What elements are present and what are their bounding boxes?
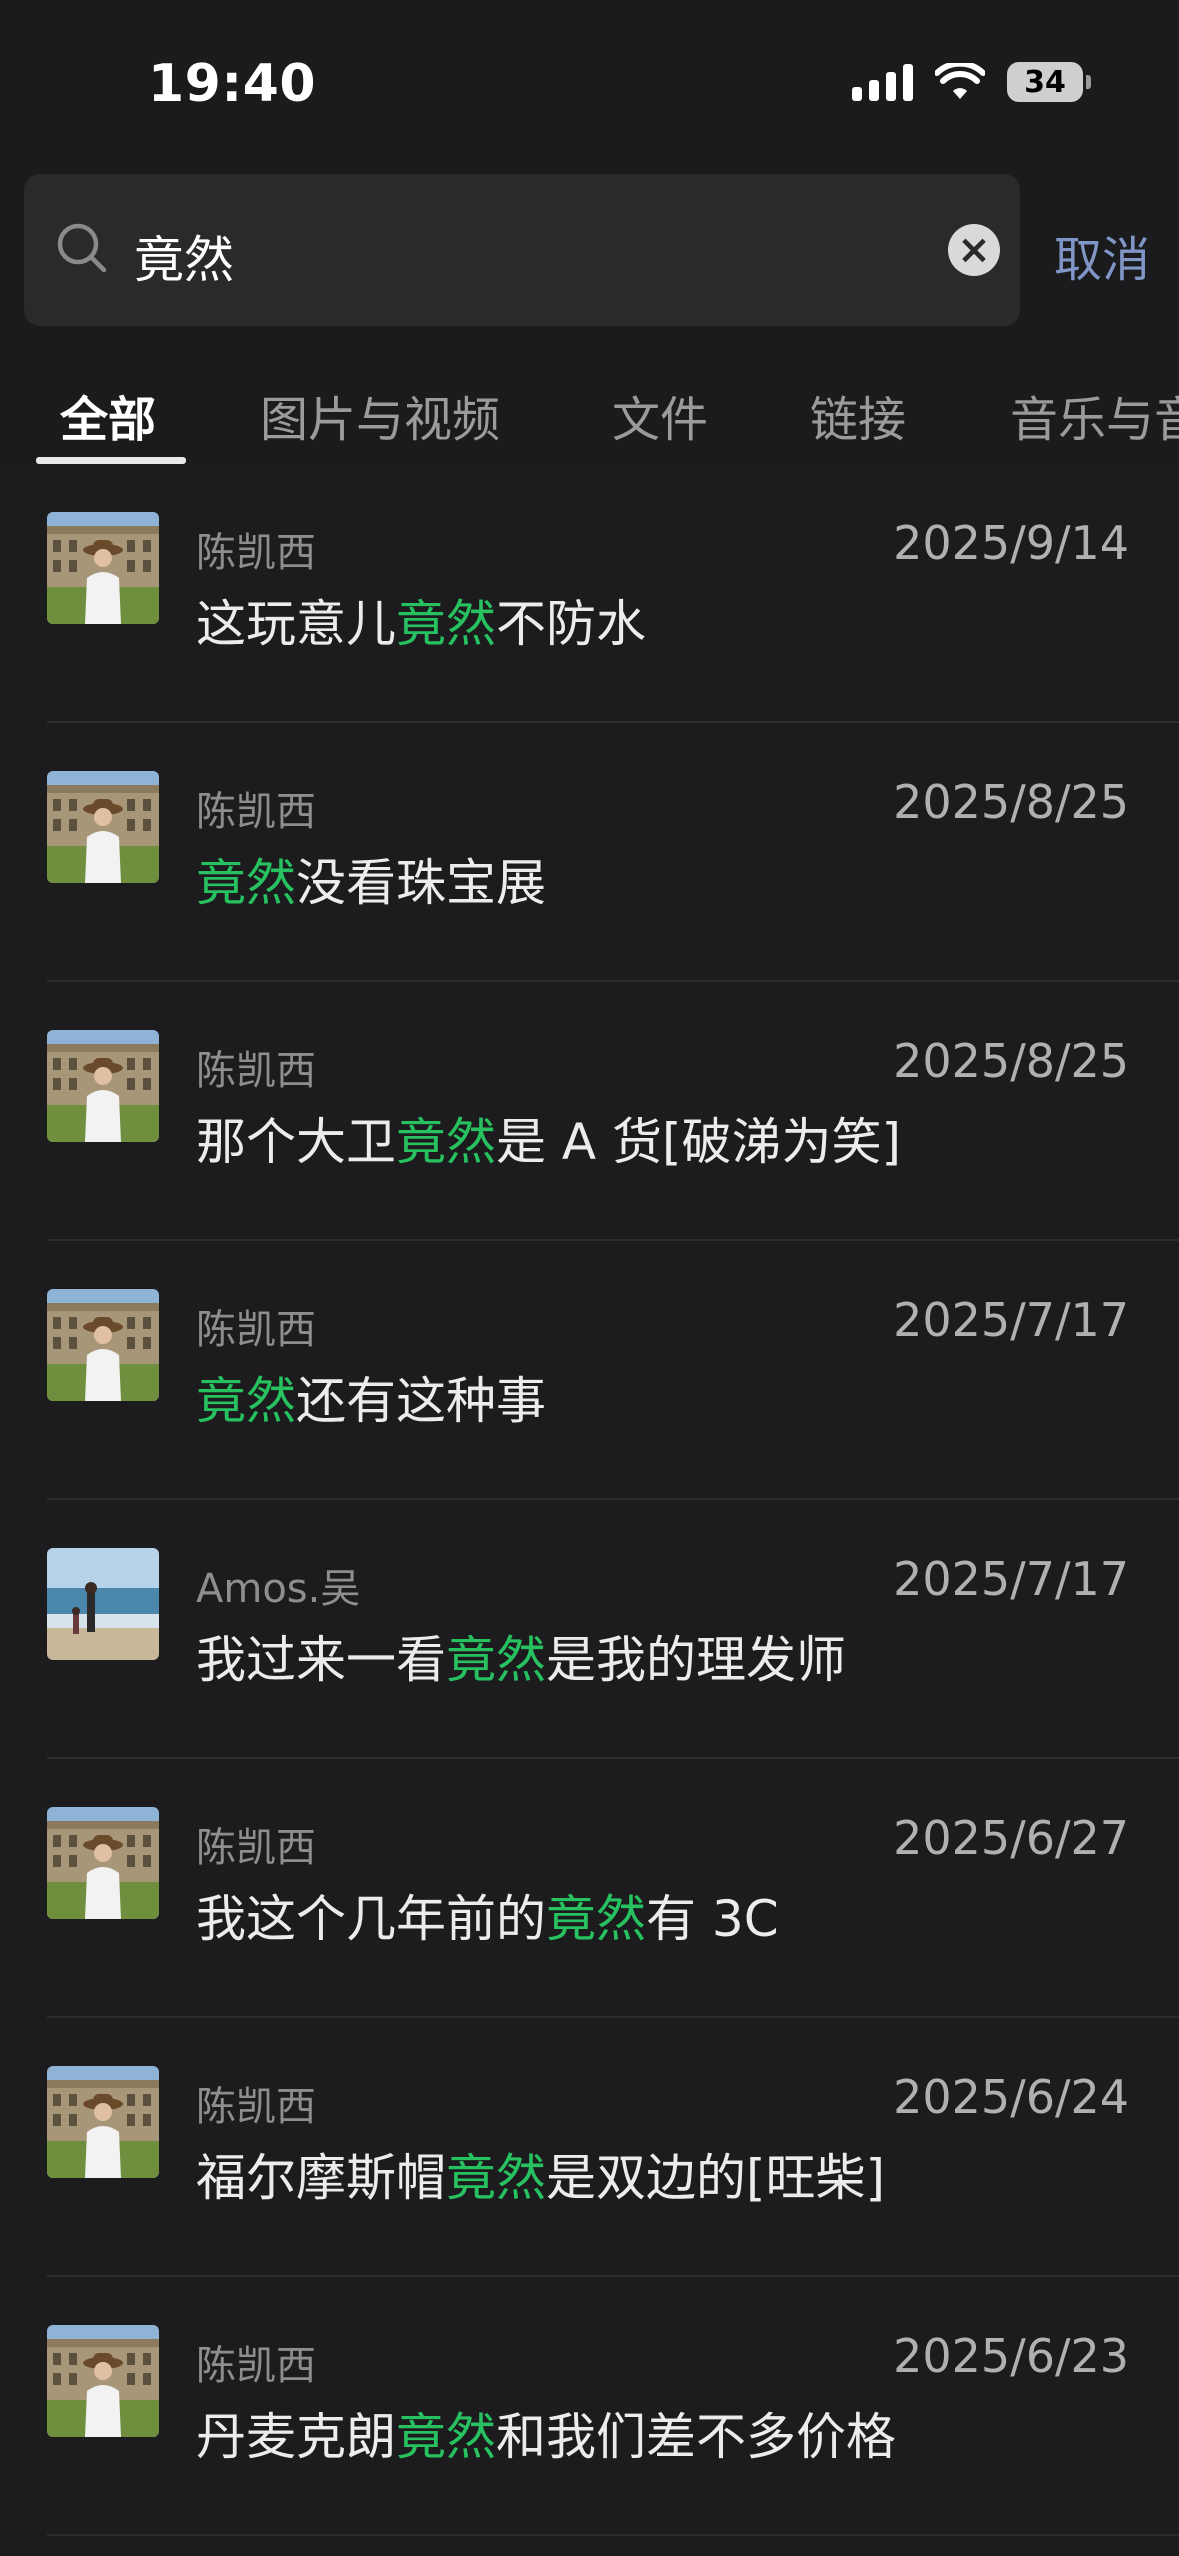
keyword-highlight: 竟然 [396,595,496,653]
tab-files[interactable]: 文件 [612,380,708,450]
message-text-after: 是双边的[旺柴] [546,2149,886,2207]
message-text: 丹麦克朗竟然和我们差不多价格 [196,2397,896,2469]
message-text-after: 还有这种事 [296,1372,546,1430]
message-text-after: 有 3C [646,1890,779,1948]
keyword-highlight: 竟然 [446,1631,546,1689]
message-text: 福尔摩斯帽竟然是双边的[旺柴] [196,2138,885,2210]
search-result-row[interactable]: 陈凯西 2025/8/25 竟然没看珠宝展 [0,723,1179,982]
battery-level: 34 [1024,64,1066,100]
cellular-signal-icon [852,63,913,101]
search-result-row[interactable]: 陈凯西 2025/6/24 福尔摩斯帽竟然是双边的[旺柴] [0,2018,1179,2277]
avatar[interactable] [47,771,159,883]
message-text-before: 我过来一看 [196,1631,446,1689]
tab-links[interactable]: 链接 [810,380,906,450]
active-tab-indicator [36,457,186,464]
message-date: 2025/8/25 [893,1034,1129,1088]
message-date: 2025/7/17 [893,1552,1129,1606]
search-bar: 竟然 × 取消 [0,170,1179,340]
status-bar: 19:40 34 [0,0,1179,170]
message-text-after: 是我的理发师 [546,1631,846,1689]
message-text-before: 福尔摩斯帽 [196,2149,446,2207]
search-result-row[interactable]: Amos.吴 2025/7/17 我过来一看竟然是我的理发师 [0,1500,1179,1759]
avatar[interactable] [47,1289,159,1401]
avatar[interactable] [47,512,159,624]
message-text-after: 是 A 货[破涕为笑] [496,1113,902,1171]
message-text-before: 这玩意儿 [196,595,396,653]
search-query[interactable]: 竟然 [134,220,234,292]
search-input[interactable]: 竟然 × [24,174,1020,326]
row-divider [47,2534,1179,2536]
message-date: 2025/7/17 [893,1293,1129,1347]
search-result-row[interactable]: 陈凯西 2025/7/17 竟然还有这种事 [0,1241,1179,1500]
battery-icon: 34 [1007,62,1091,102]
search-result-row[interactable]: 陈凯西 2025/9/14 这玩意儿竟然不防水 [0,464,1179,723]
message-text: 竟然还有这种事 [196,1361,546,1433]
keyword-highlight: 竟然 [396,2408,496,2466]
message-text-before: 丹麦克朗 [196,2408,396,2466]
sender-name: Amos.吴 [196,1566,361,1612]
keyword-highlight: 竟然 [196,854,296,912]
avatar[interactable] [47,1548,159,1660]
sender-name: 陈凯西 [196,2343,316,2389]
tab-music-audio[interactable]: 音乐与音 [1010,380,1179,450]
message-text: 这玩意儿竟然不防水 [196,584,646,656]
message-text-after: 没看珠宝展 [296,854,546,912]
message-date: 2025/6/23 [893,2329,1129,2383]
message-text-after: 和我们差不多价格 [496,2408,896,2466]
status-icons: 34 [852,62,1091,102]
sender-name: 陈凯西 [196,530,316,576]
filter-tabs: 全部 图片与视频 文件 链接 音乐与音 [0,340,1179,464]
sender-name: 陈凯西 [196,2084,316,2130]
message-date: 2025/6/27 [893,1811,1129,1865]
status-time: 19:40 [148,54,317,114]
message-date: 2025/6/24 [893,2070,1129,2124]
results-list: 陈凯西 2025/9/14 这玩意儿竟然不防水 陈凯西 2025/8/25 竟然没看珠宝展… [0,464,1179,2536]
message-text: 我过来一看竟然是我的理发师 [196,1620,846,1692]
sender-name: 陈凯西 [196,1048,316,1094]
avatar[interactable] [47,2066,159,2178]
message-text-after: 不防水 [496,595,646,653]
keyword-highlight: 竟然 [196,1372,296,1430]
message-text: 我这个几年前的竟然有 3C [196,1879,779,1951]
search-result-row[interactable]: 陈凯西 2025/6/27 我这个几年前的竟然有 3C [0,1759,1179,2018]
keyword-highlight: 竟然 [396,1113,496,1171]
sender-name: 陈凯西 [196,1307,316,1353]
cancel-button[interactable]: 取消 [1054,220,1150,290]
message-date: 2025/8/25 [893,775,1129,829]
avatar[interactable] [47,1807,159,1919]
message-date: 2025/9/14 [893,516,1129,570]
keyword-highlight: 竟然 [546,1890,646,1948]
message-text-before: 我这个几年前的 [196,1890,546,1948]
tab-all[interactable]: 全部 [60,380,156,450]
message-text-before: 那个大卫 [196,1113,396,1171]
sender-name: 陈凯西 [196,789,316,835]
tab-photos-videos[interactable]: 图片与视频 [260,380,500,450]
message-text: 那个大卫竟然是 A 货[破涕为笑] [196,1102,901,1174]
keyword-highlight: 竟然 [446,2149,546,2207]
avatar[interactable] [47,2325,159,2437]
message-text: 竟然没看珠宝展 [196,843,546,915]
avatar[interactable] [47,1030,159,1142]
wifi-icon [935,63,985,99]
clear-icon[interactable]: × [948,224,1000,276]
search-icon [57,223,107,273]
search-result-row[interactable]: 陈凯西 2025/8/25 那个大卫竟然是 A 货[破涕为笑] [0,982,1179,1241]
search-result-row[interactable]: 陈凯西 2025/6/23 丹麦克朗竟然和我们差不多价格 [0,2277,1179,2536]
sender-name: 陈凯西 [196,1825,316,1871]
